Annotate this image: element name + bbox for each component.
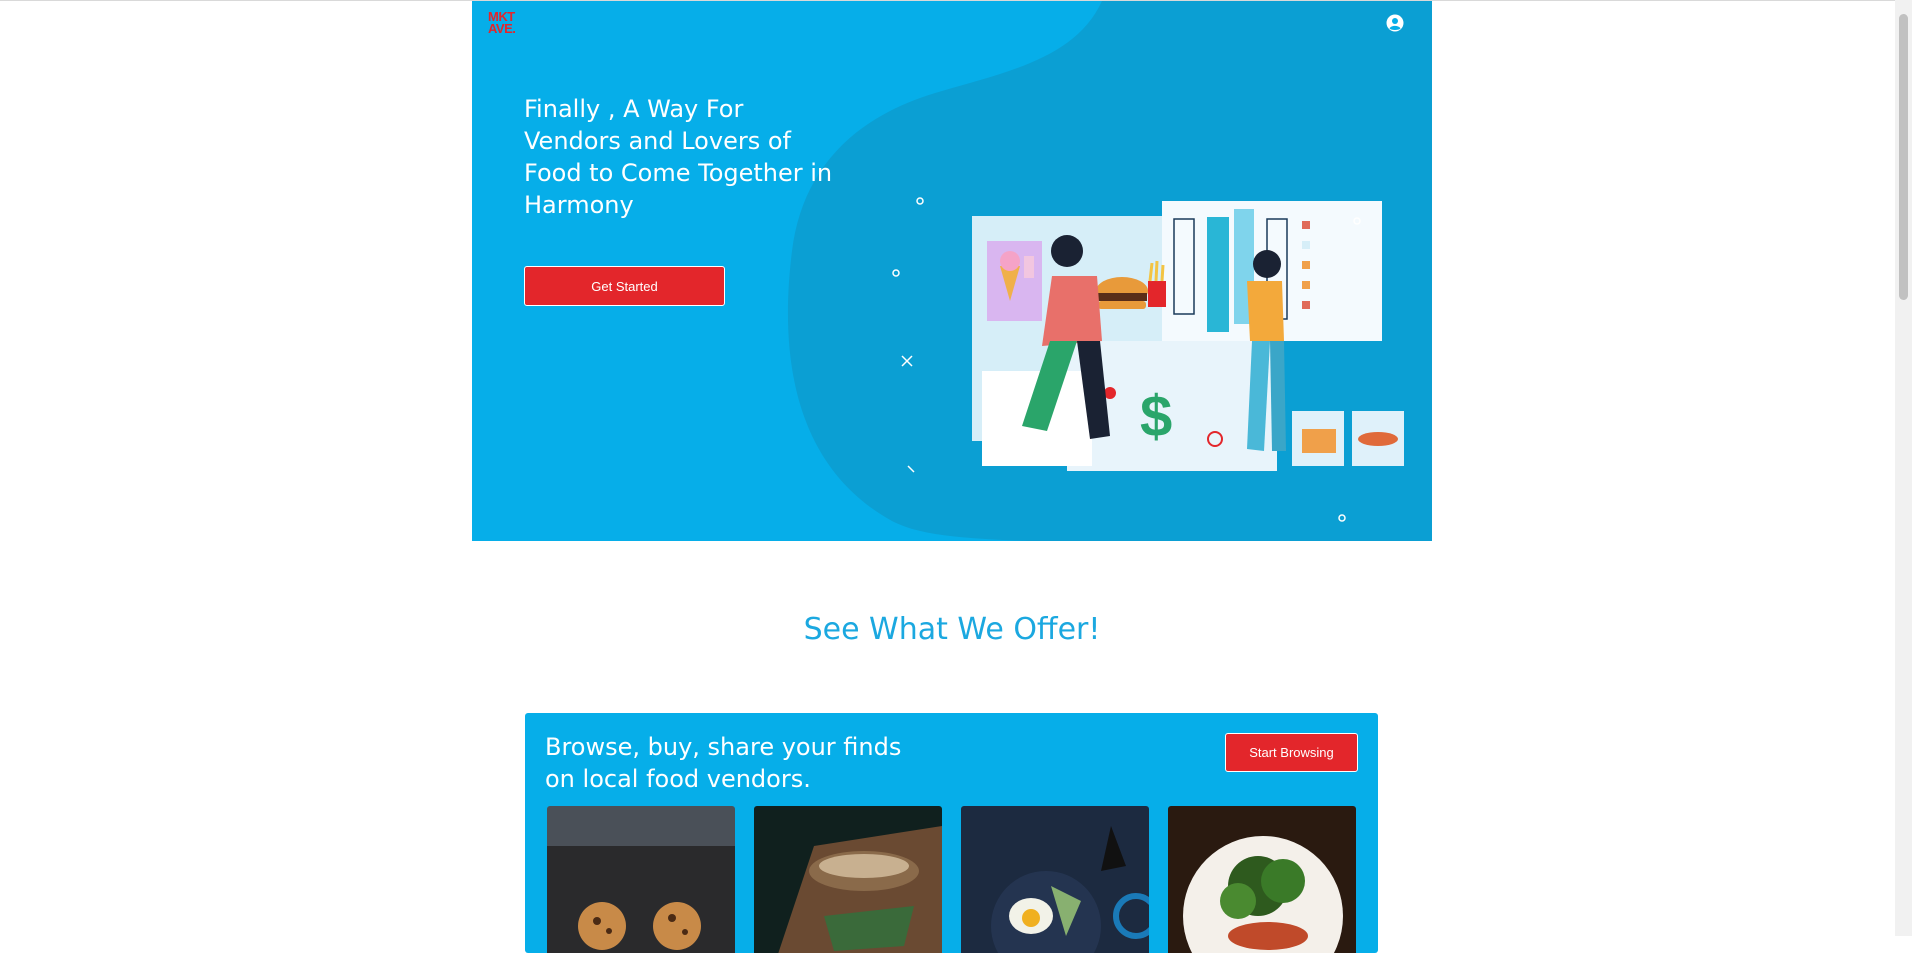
vendor-customer-illustration: $ (892, 197, 1404, 522)
svg-text:$: $ (1140, 384, 1172, 449)
offer-section-title: See What We Offer! (803, 612, 1101, 647)
hero-headline: Finally , A Way For Vendors and Lovers o… (524, 95, 833, 219)
food-card-egg-bowl[interactable] (961, 806, 1149, 953)
browse-tagline: Browse, buy, share your finds on local f… (545, 733, 902, 793)
logo-line-2: AVE. (488, 21, 516, 36)
start-browsing-button[interactable]: Start Browsing (1225, 733, 1358, 772)
egg-bowl-photo (961, 806, 1149, 953)
user-account-icon[interactable] (1386, 14, 1404, 32)
food-card-cookies[interactable] (547, 806, 735, 953)
food-card-grilled-toast[interactable] (754, 806, 942, 953)
get-started-button[interactable]: Get Started (524, 266, 725, 306)
brand-logo[interactable]: MKT AVE. (488, 10, 516, 36)
food-card-salad-plate[interactable] (1168, 806, 1356, 953)
browse-panel: Browse, buy, share your finds on local f… (525, 713, 1378, 953)
scrollbar-thumb[interactable] (1899, 14, 1908, 300)
grilled-toast-photo (754, 806, 942, 953)
hero-section: MKT AVE. Finally , A Way For Vendors and… (472, 1, 1432, 541)
cookies-photo (547, 806, 735, 953)
salad-plate-photo (1168, 806, 1356, 953)
page-scrollbar[interactable] (1895, 0, 1912, 936)
